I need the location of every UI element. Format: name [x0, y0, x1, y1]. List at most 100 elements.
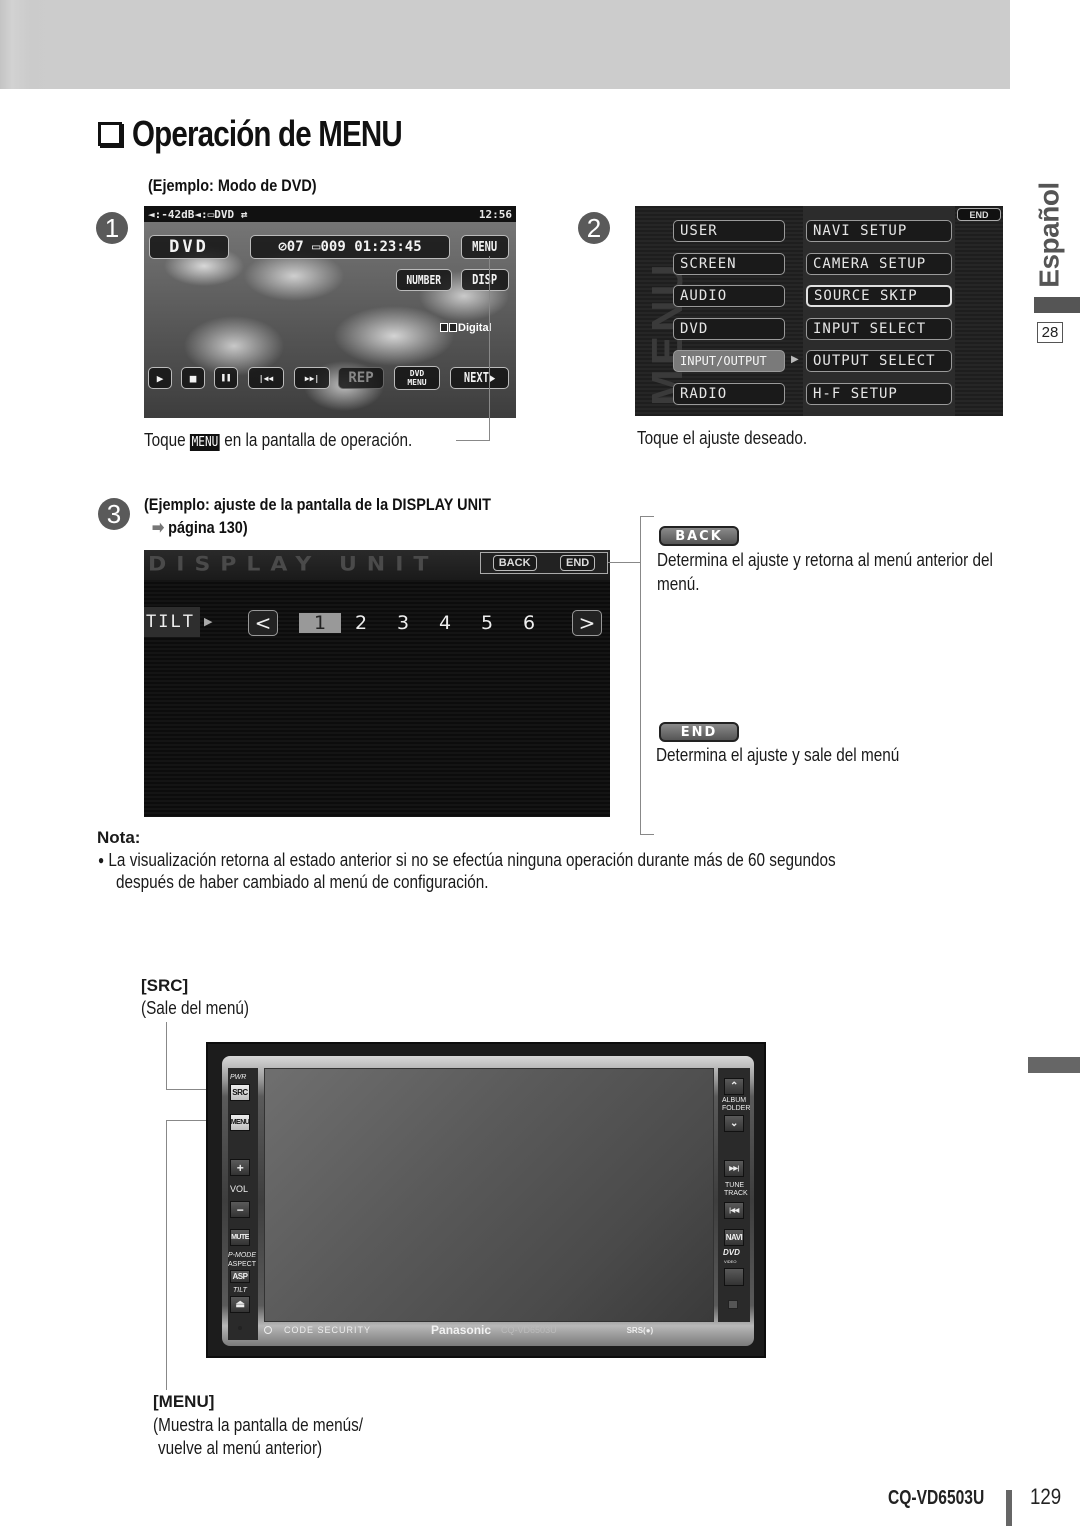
menu-item-user[interactable]: USER [673, 220, 785, 242]
menu-callout-text-cont: vuelve al menú anterior) [158, 1438, 323, 1458]
blank-button[interactable] [724, 1268, 744, 1286]
src-button[interactable]: SRC [230, 1084, 250, 1101]
menu-key-inline: MENU [189, 434, 220, 451]
pause-icon: ❚❚ [220, 373, 232, 383]
eject-button[interactable]: ⏏ [230, 1296, 250, 1313]
clock: 12:56 [478, 207, 512, 221]
back-end-group: BACK END [480, 552, 608, 574]
chevron-left-icon: < [254, 611, 272, 635]
next-page-button[interactable]: NEXT▶ [450, 367, 509, 389]
submenu-arrow-icon: ▶ [791, 354, 799, 365]
tune-label: TUNE [725, 1182, 745, 1189]
menu-item-dvd[interactable]: DVD [673, 318, 785, 340]
skip-forward-icon: ▶▶| [304, 373, 320, 383]
footer-divider [1006, 1490, 1012, 1526]
navi-button[interactable]: NAVI [724, 1229, 744, 1246]
callout-line [456, 440, 490, 441]
footer-model: CQ-VD6503U [888, 1487, 985, 1509]
tilt-value-2[interactable]: 2 [346, 610, 376, 636]
tilt-arrow-icon: ▶ [204, 616, 213, 628]
album-down-button[interactable]: ⌄ [724, 1115, 744, 1132]
vol-label: VOL [230, 1184, 249, 1194]
step3-caption: (Ejemplo: ajuste de la pantalla de la DI… [144, 495, 491, 514]
eject-icon: ⏏ [235, 1299, 245, 1310]
volume-up-button[interactable]: + [230, 1159, 250, 1176]
tilt-value-1[interactable]: 1 [299, 612, 341, 634]
menu-item-audio[interactable]: AUDIO [673, 285, 785, 307]
step1-instruction: Toque MENU en la pantalla de operación. [144, 430, 413, 451]
track-label: TRACK [724, 1190, 748, 1197]
device-model-label: CQ-VD6503U [501, 1325, 557, 1335]
menu-button[interactable]: MENU [461, 235, 509, 259]
source-dvd-button[interactable]: DVD [149, 235, 229, 259]
tilt-label-device: TILT [233, 1287, 247, 1294]
tilt-value-5[interactable]: 5 [472, 610, 502, 636]
album-up-button[interactable]: ⌃ [724, 1078, 744, 1095]
stop-icon: ■ [189, 371, 197, 385]
back-explanation-cont: menú. [657, 574, 700, 594]
menu-item-input-output[interactable]: INPUT/OUTPUT [673, 350, 785, 372]
track-next-button[interactable]: ▶▶| [724, 1160, 744, 1177]
step2-number: 2 [578, 212, 610, 244]
header-band [0, 0, 1010, 89]
dolby-digital-badge: Digital [440, 322, 492, 334]
tilt-label: TILT [144, 607, 200, 637]
section-marker [1028, 1057, 1080, 1073]
submenu-item-camera-setup[interactable]: CAMERA SETUP [806, 253, 952, 275]
repeat-button[interactable]: REP [338, 367, 384, 389]
src-callout-text: (Sale del menú) [141, 998, 250, 1018]
submenu-item-output-select[interactable]: OUTPUT SELECT [806, 350, 952, 372]
mute-button[interactable]: MUTE [230, 1229, 250, 1246]
note-text: ● La visualización retorna al estado ant… [98, 850, 836, 870]
checkbox-square-icon [98, 122, 122, 146]
callout-bracket [640, 516, 641, 834]
folder-label: FOLDER [722, 1105, 751, 1112]
step1-caption: (Ejemplo: Modo de DVD) [148, 176, 317, 195]
back-button[interactable]: BACK [492, 555, 537, 571]
chevron-right-icon: > [578, 611, 596, 635]
minus-icon: − [236, 1202, 244, 1217]
asp-button[interactable]: ASP [230, 1270, 250, 1283]
menu-hard-button[interactable]: MENU [230, 1114, 250, 1131]
dvd-video-sublabel: VIDEO [724, 1259, 737, 1264]
submenu-item-input-select[interactable]: INPUT SELECT [806, 318, 952, 340]
dvd-menu-button[interactable]: DVD MENU [394, 366, 440, 390]
callout-line [608, 562, 640, 563]
tilt-decrease-button[interactable]: < [248, 610, 278, 636]
submenu-item-navi-setup[interactable]: NAVI SETUP [806, 220, 952, 242]
page-title: Operación de MENU [132, 113, 403, 154]
menu-item-screen[interactable]: SCREEN [673, 253, 785, 275]
submenu-item-h-f-setup[interactable]: H-F SETUP [806, 383, 952, 405]
dvd-video-logo: DVD [723, 1248, 740, 1257]
menu-item-radio[interactable]: RADIO [673, 383, 785, 405]
pause-button[interactable]: ❚❚ [214, 367, 238, 389]
menu-screen: MENU END USER SCREEN AUDIO DVD INPUT/OUTPUT R… [635, 206, 1003, 416]
tilt-increase-button[interactable]: > [572, 610, 602, 636]
end-button[interactable]: END [560, 555, 596, 571]
plus-icon: + [236, 1160, 244, 1175]
submenu-item-source-skip[interactable]: SOURCE SKIP [806, 285, 952, 307]
pmode-label: P-MODE [228, 1252, 256, 1259]
previous-button[interactable]: |◀◀ [248, 367, 284, 389]
note-text-cont: después de haber cambiado al menú de con… [116, 872, 489, 892]
tilt-value-6[interactable]: 6 [514, 610, 544, 636]
number-button[interactable]: NUMBER [396, 269, 452, 291]
reset-hole-icon [238, 1326, 242, 1330]
tilt-value-4[interactable]: 4 [430, 610, 460, 636]
end-button[interactable]: END [957, 208, 1001, 221]
section-page-badge: 28 [1037, 322, 1063, 343]
play-button[interactable]: ▶ [148, 367, 172, 389]
stop-button[interactable]: ■ [181, 367, 205, 389]
tilt-value-3[interactable]: 3 [388, 610, 418, 636]
track-info-display: ⊘07 ▭009 01:23:45 [250, 235, 450, 259]
skip-forward-icon: ▶▶| [729, 1166, 739, 1172]
screen-title: DISPLAY UNIT [148, 553, 439, 576]
volume-down-button[interactable]: − [230, 1201, 250, 1218]
page-reference-link[interactable]: página 130) [168, 518, 248, 537]
end-explanation: Determina el ajuste y sale del menú [656, 745, 900, 765]
disp-button[interactable]: DISP [461, 269, 509, 291]
track-prev-button[interactable]: |◀◀ [724, 1202, 744, 1219]
skip-back-icon: |◀◀ [258, 373, 274, 383]
next-track-button[interactable]: ▶▶| [294, 367, 330, 389]
step3-caption-page: ➡ página 130) [152, 518, 248, 538]
